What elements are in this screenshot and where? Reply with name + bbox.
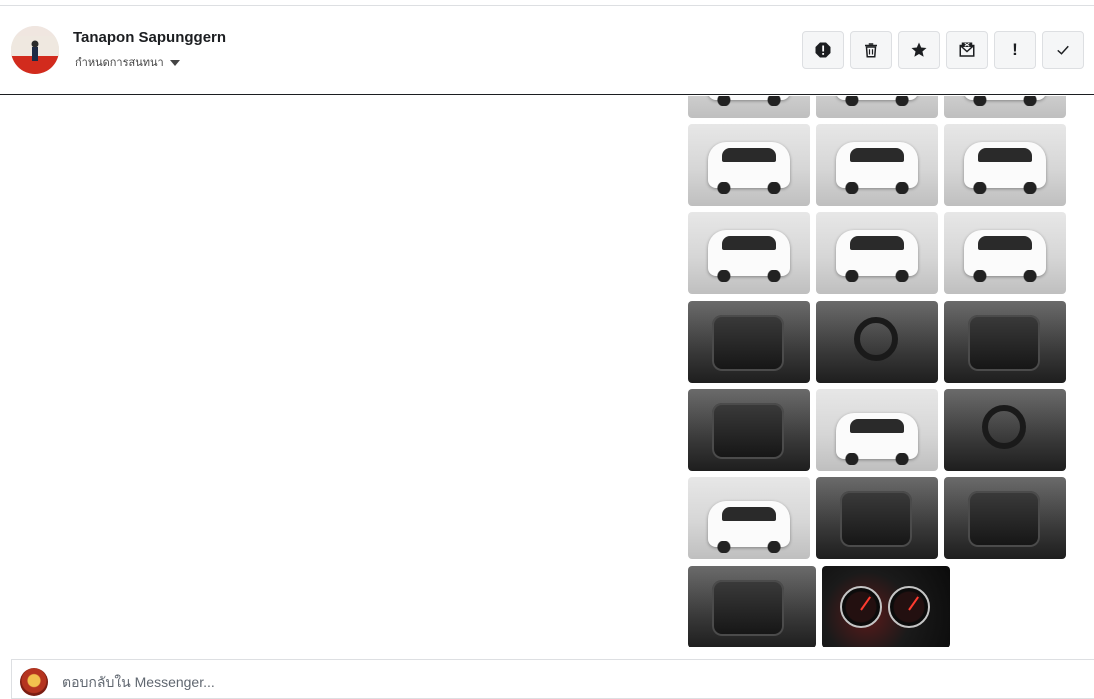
contact-avatar[interactable]: [11, 26, 59, 74]
gauge-image: [888, 586, 930, 628]
assign-conversation-label: กำหนดการสนทนา: [75, 57, 164, 69]
header-actions: !: [802, 31, 1084, 69]
seat-image: [712, 315, 784, 371]
photo-thumbnail[interactable]: [688, 389, 810, 471]
avatar-image: [11, 26, 59, 74]
steering-wheel-image: [982, 405, 1026, 449]
photo-thumbnail[interactable]: [688, 477, 810, 559]
photo-thumbnail[interactable]: [816, 124, 938, 206]
seat-image: [712, 580, 784, 636]
car-image: [708, 230, 790, 282]
seat-image: [968, 491, 1040, 547]
photo-thumbnail[interactable]: [816, 301, 938, 383]
car-image: [836, 142, 918, 194]
car-image: [708, 142, 790, 194]
exclamation-icon: !: [1012, 40, 1018, 59]
conversation-header: Tanapon Sapunggern กำหนดการสนทนา !: [0, 6, 1094, 95]
trash-icon: [865, 43, 877, 58]
photo-thumbnail[interactable]: [822, 566, 950, 647]
car-image: [708, 96, 790, 106]
contact-name[interactable]: Tanapon Sapunggern: [73, 29, 226, 46]
car-image: [964, 230, 1046, 282]
gauge-image: [840, 586, 882, 628]
photo-thumbnail[interactable]: [944, 389, 1066, 471]
photo-thumbnail[interactable]: [944, 124, 1066, 206]
mark-unread-button[interactable]: [946, 31, 988, 69]
photo-thumbnail[interactable]: [688, 212, 810, 294]
message-composer: [11, 659, 1094, 699]
car-image: [836, 413, 918, 465]
car-image: [836, 230, 918, 282]
car-image: [836, 96, 918, 106]
photo-thumbnail[interactable]: [944, 477, 1066, 559]
photo-thumbnail[interactable]: [944, 96, 1066, 118]
photo-thumbnail[interactable]: [816, 389, 938, 471]
seat-image: [712, 403, 784, 459]
car-image: [708, 501, 790, 553]
photo-gallery: [688, 96, 1068, 647]
photo-thumbnail[interactable]: [688, 96, 810, 118]
delete-button[interactable]: [850, 31, 892, 69]
photo-thumbnail[interactable]: [944, 212, 1066, 294]
page-avatar: [20, 668, 48, 696]
photo-thumbnail[interactable]: [816, 477, 938, 559]
seat-image: [840, 491, 912, 547]
alert-octagon-icon: [815, 42, 831, 58]
spam-button[interactable]: [802, 31, 844, 69]
photo-thumbnail[interactable]: [944, 301, 1066, 383]
photo-thumbnail[interactable]: [688, 124, 810, 206]
follow-up-button[interactable]: !: [994, 31, 1036, 69]
photo-thumbnail[interactable]: [816, 96, 938, 118]
photo-thumbnail[interactable]: [816, 212, 938, 294]
envelope-x-icon: [959, 42, 975, 57]
car-image: [964, 96, 1046, 106]
photo-thumbnail[interactable]: [688, 566, 816, 647]
steering-wheel-image: [854, 317, 898, 361]
star-button[interactable]: [898, 31, 940, 69]
seat-image: [968, 315, 1040, 371]
reply-input[interactable]: [60, 670, 1044, 694]
assign-conversation-dropdown[interactable]: กำหนดการสนทนา: [75, 53, 180, 71]
photo-thumbnail[interactable]: [688, 301, 810, 383]
star-icon: [911, 42, 927, 57]
mark-done-button[interactable]: [1042, 31, 1084, 69]
car-image: [964, 142, 1046, 194]
caret-down-icon: [169, 59, 180, 66]
check-icon: [1057, 45, 1069, 55]
